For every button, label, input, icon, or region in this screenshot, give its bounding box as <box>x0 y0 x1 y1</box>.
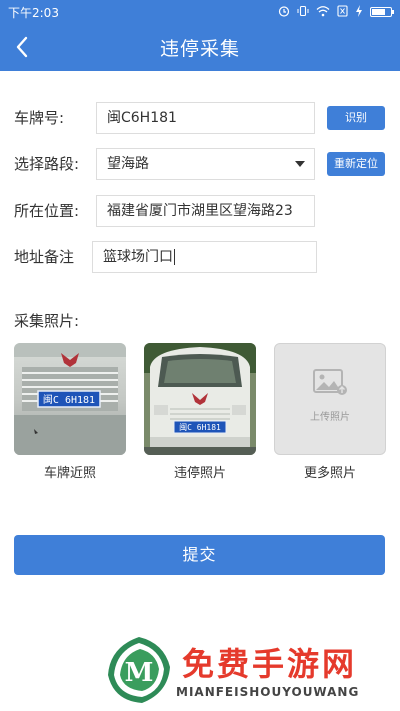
relocate-button[interactable]: 重新定位 <box>327 152 385 176</box>
plate-closeup-caption: 车牌近照 <box>43 466 96 481</box>
note-input-value: 篮球场门口 <box>103 249 173 265</box>
more-photos-caption: 更多照片 <box>303 466 356 481</box>
wifi-icon <box>316 5 330 20</box>
watermark-title: 免费手游网 <box>182 645 358 683</box>
recognize-button[interactable]: 识别 <box>327 106 385 130</box>
plate-closeup-photo[interactable]: 闽C 6H181 <box>14 343 126 455</box>
submit-button[interactable]: 提交 <box>14 535 385 575</box>
road-label: 选择路段: <box>14 155 80 173</box>
note-label: 地址备注 <box>14 248 75 266</box>
plate-input[interactable]: 闽C6H181 <box>96 102 315 134</box>
charging-icon <box>355 4 363 20</box>
status-icons <box>278 4 394 20</box>
watermark-logo-icon: M <box>108 637 170 703</box>
road-select[interactable]: 望海路 <box>96 148 315 180</box>
status-bar: 下午2:03 <box>0 0 400 24</box>
status-time: 下午2:03 <box>8 5 59 20</box>
plate-label: 车牌号: <box>14 109 65 127</box>
upload-photo-button[interactable]: 上传照片 <box>274 343 386 455</box>
watermark: M 免费手游网 MIANFEISHOUYOUWANG <box>100 633 400 708</box>
plate-closeup-image: 闽C 6H181 <box>14 343 126 455</box>
plate-row: 车牌号: 闽C6H181 识别 <box>0 102 400 134</box>
violation-caption: 违停照片 <box>173 466 226 481</box>
location-row: 所在位置: 福建省厦门市湖里区望海路23 <box>0 195 400 227</box>
violation-plate-text: 闽C 6H181 <box>179 423 221 432</box>
note-row: 地址备注 篮球场门口 <box>0 241 400 273</box>
sim-icon <box>337 4 348 20</box>
upload-photo-label: 上传照片 <box>310 412 350 423</box>
image-upload-icon <box>313 369 347 395</box>
chevron-left-icon <box>16 36 28 58</box>
plate-closeup-text: 闽C 6H181 <box>43 393 95 406</box>
text-cursor <box>174 249 175 265</box>
dropdown-arrow-icon <box>295 161 305 167</box>
back-button[interactable] <box>8 32 36 62</box>
road-select-value: 望海路 <box>107 156 149 172</box>
alarm-icon <box>278 5 290 20</box>
watermark-logo-letter: M <box>125 658 154 688</box>
nav-bar: 违停采集 <box>0 24 400 71</box>
violation-photo[interactable]: 闽C 6H181 <box>144 343 256 455</box>
location-label: 所在位置: <box>14 202 80 220</box>
photos-label: 采集照片: <box>14 312 80 330</box>
vibrate-icon <box>297 5 309 20</box>
note-input[interactable]: 篮球场门口 <box>92 241 317 273</box>
page-title: 违停采集 <box>159 38 240 60</box>
upload-placeholder: 上传照片 <box>275 368 385 423</box>
watermark-subtitle: MIANFEISHOUYOUWANG <box>176 685 360 699</box>
road-row: 选择路段: 望海路 重新定位 <box>0 148 400 180</box>
battery-icon <box>370 7 394 17</box>
violation-image: 闽C 6H181 <box>144 343 256 455</box>
location-input[interactable]: 福建省厦门市湖里区望海路23 <box>96 195 315 227</box>
